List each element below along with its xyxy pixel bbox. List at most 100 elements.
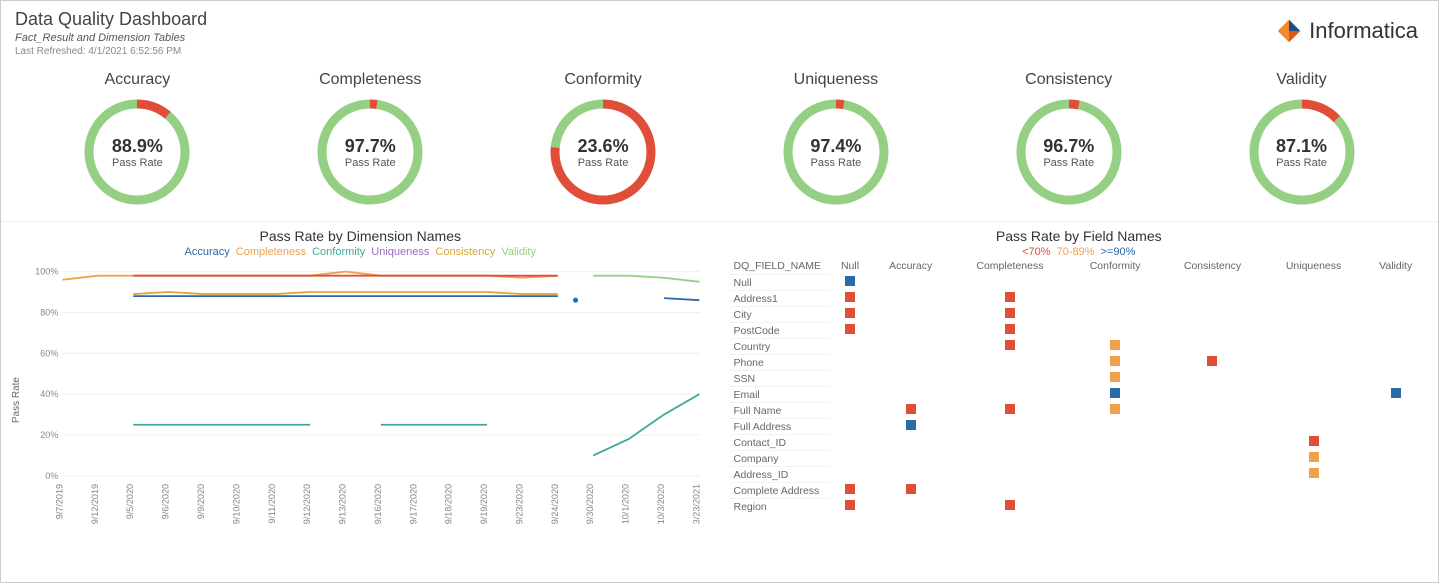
chart-passrate-by-field: Pass Rate by Field Names <70%70-89%>=90%… — [720, 222, 1439, 542]
matrix-cell — [870, 339, 950, 355]
chart-title: Pass Rate by Dimension Names — [11, 228, 710, 244]
matrix-cell — [1069, 451, 1161, 467]
matrix-cell — [870, 387, 950, 403]
matrix-cell — [1161, 451, 1263, 467]
matrix-cell — [870, 419, 950, 435]
matrix-cell — [951, 355, 1069, 371]
matrix-cell — [951, 499, 1069, 515]
column-header: Completeness — [951, 258, 1069, 275]
matrix-cell — [951, 467, 1069, 483]
svg-text:9/18/2020: 9/18/2020 — [444, 484, 454, 524]
matrix-cell — [870, 403, 950, 419]
svg-text:0%: 0% — [45, 471, 58, 481]
matrix-cell — [951, 371, 1069, 387]
page-subtitle: Fact_Result and Dimension Tables — [15, 32, 1424, 44]
row-label: Full Name — [730, 403, 830, 419]
brand-name: Informatica — [1309, 18, 1418, 44]
matrix-cell — [1069, 339, 1161, 355]
row-label: Null — [730, 275, 830, 291]
matrix-cell — [870, 371, 950, 387]
row-label: Address_ID — [730, 467, 830, 483]
matrix-cell — [1161, 323, 1263, 339]
matrix-cell — [951, 403, 1069, 419]
matrix-cell — [951, 451, 1069, 467]
gauge-label: Pass Rate — [112, 157, 163, 169]
matrix-cell — [830, 451, 871, 467]
matrix-cell — [951, 323, 1069, 339]
row-label: Company — [730, 451, 830, 467]
column-header: Validity — [1363, 258, 1428, 275]
svg-text:9/10/2020: 9/10/2020 — [231, 484, 241, 524]
matrix-cell — [870, 355, 950, 371]
table-row: Email — [730, 387, 1429, 403]
matrix-cell — [1069, 307, 1161, 323]
legend-item[interactable]: Validity — [501, 246, 536, 258]
gauge-consistency: Consistency 96.7% Pass Rate — [969, 71, 1169, 207]
matrix-cell — [870, 307, 950, 323]
matrix-cell — [1069, 275, 1161, 291]
legend-item[interactable]: Accuracy — [185, 246, 230, 258]
chart-legend: <70% 70-89% >=90% — [730, 246, 1429, 258]
matrix-cell — [1161, 275, 1263, 291]
matrix-cell — [1264, 419, 1364, 435]
legend-item[interactable]: Completeness — [236, 246, 306, 258]
svg-text:9/6/2020: 9/6/2020 — [161, 484, 171, 519]
matrix-cell — [1264, 275, 1364, 291]
matrix-cell — [830, 339, 871, 355]
row-label: Phone — [730, 355, 830, 371]
matrix-cell — [870, 323, 950, 339]
matrix-cell — [870, 435, 950, 451]
table-row: Region — [730, 499, 1429, 515]
matrix-cell — [1069, 355, 1161, 371]
matrix-cell — [870, 275, 950, 291]
matrix-cell — [1363, 339, 1428, 355]
legend-item[interactable]: 70-89% — [1057, 246, 1095, 258]
brand-logo: Informatica — [1275, 17, 1418, 45]
svg-text:9/24/2020: 9/24/2020 — [550, 484, 560, 524]
gauge-label: Pass Rate — [345, 157, 396, 169]
matrix-cell — [1264, 499, 1364, 515]
svg-text:10/3/2020: 10/3/2020 — [656, 484, 666, 524]
gauge-value: 97.4% — [810, 136, 861, 157]
legend-item[interactable]: Conformity — [312, 246, 365, 258]
row-label: Full Address — [730, 419, 830, 435]
legend-item[interactable]: Consistency — [435, 246, 495, 258]
matrix-cell — [1363, 291, 1428, 307]
matrix-cell — [1161, 371, 1263, 387]
matrix-cell — [1363, 451, 1428, 467]
matrix-cell — [1264, 291, 1364, 307]
matrix-cell — [1161, 339, 1263, 355]
legend-item[interactable]: <70% — [1022, 246, 1050, 258]
row-label: SSN — [730, 371, 830, 387]
gauge-accuracy: Accuracy 88.9% Pass Rate — [37, 71, 237, 207]
svg-text:20%: 20% — [40, 430, 58, 440]
matrix-cell — [1161, 419, 1263, 435]
matrix-cell — [830, 307, 871, 323]
chart-passrate-by-dimension: Pass Rate by Dimension Names Accuracy Com… — [1, 222, 720, 542]
matrix-cell — [1161, 403, 1263, 419]
matrix-cell — [1264, 371, 1364, 387]
matrix-cell — [1161, 467, 1263, 483]
svg-text:9/12/2019: 9/12/2019 — [90, 484, 100, 524]
matrix-cell — [951, 435, 1069, 451]
table-row: Company — [730, 451, 1429, 467]
column-header: Accuracy — [870, 258, 950, 275]
svg-text:9/23/2020: 9/23/2020 — [514, 484, 524, 524]
y-axis-label: Pass Rate — [11, 377, 22, 423]
matrix-cell — [1363, 467, 1428, 483]
column-header: Null — [830, 258, 871, 275]
gauge-title: Consistency — [1025, 71, 1112, 89]
matrix-cell — [1161, 291, 1263, 307]
matrix-cell — [1363, 499, 1428, 515]
matrix-cell — [951, 307, 1069, 323]
matrix-cell — [870, 451, 950, 467]
matrix-cell — [1069, 403, 1161, 419]
matrix-cell — [951, 339, 1069, 355]
legend-item[interactable]: Uniqueness — [371, 246, 429, 258]
legend-item[interactable]: >=90% — [1101, 246, 1136, 258]
matrix-cell — [1363, 435, 1428, 451]
page-title: Data Quality Dashboard — [15, 9, 1424, 30]
matrix-cell — [951, 387, 1069, 403]
matrix-cell — [1363, 355, 1428, 371]
matrix-cell — [1363, 307, 1428, 323]
